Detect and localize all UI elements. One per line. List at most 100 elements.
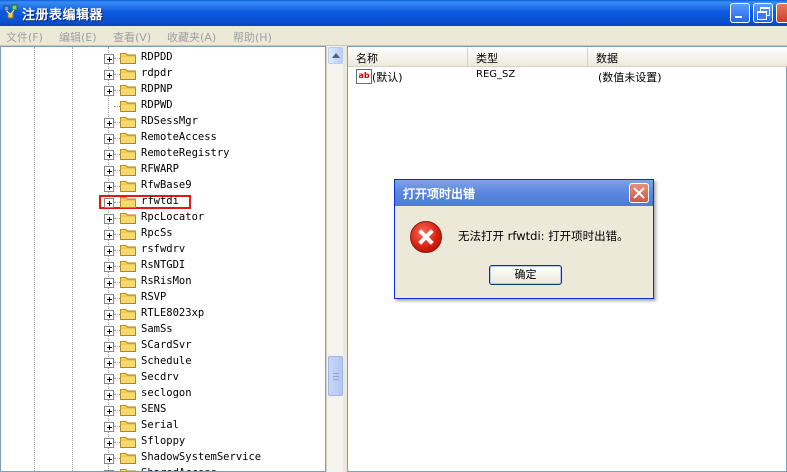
restore-icon-back: [757, 11, 767, 20]
folder-icon: [120, 373, 136, 384]
menu-file[interactable]: 文件(F): [6, 29, 43, 45]
restore-button[interactable]: [753, 3, 773, 23]
tree-item[interactable]: Sfloppy: [104, 434, 324, 450]
tree-item-label: rdpdr: [141, 67, 173, 79]
expand-plus-icon[interactable]: [104, 166, 114, 176]
expand-plus-icon[interactable]: [104, 198, 114, 208]
string-value-icon: ab: [356, 69, 372, 84]
tree-guide-line: [34, 47, 35, 471]
dialog-close-button[interactable]: [629, 183, 649, 203]
column-name[interactable]: 名称: [348, 47, 468, 66]
registry-tree[interactable]: RDPDD rdpdr RDPNP RDPWD RDSessMgr RemoteAcces…: [0, 46, 326, 472]
tree-item-label: seclogon: [141, 387, 192, 399]
minimize-icon: [735, 16, 742, 18]
tree-item[interactable]: RfwBase9: [104, 178, 324, 194]
expand-plus-icon[interactable]: [104, 422, 114, 432]
tree-item-label: SENS: [141, 403, 167, 415]
expand-plus-icon[interactable]: [104, 182, 114, 192]
expand-plus-icon[interactable]: [104, 118, 114, 128]
scroll-thumb[interactable]: [328, 356, 343, 396]
tree-item[interactable]: SamSs: [104, 322, 324, 338]
expand-plus-icon[interactable]: [104, 230, 114, 240]
folder-icon: [120, 357, 136, 368]
expand-plus-icon[interactable]: [104, 278, 114, 288]
tree-item[interactable]: Serial: [104, 418, 324, 434]
expand-plus-icon[interactable]: [104, 374, 114, 384]
expand-plus-icon[interactable]: [104, 262, 114, 272]
regedit-icon: [3, 4, 18, 19]
folder-icon: [120, 149, 136, 160]
tree-item[interactable]: RSVP: [104, 290, 324, 306]
tree-item-label: RDPDD: [141, 51, 173, 63]
folder-icon: [120, 133, 136, 144]
error-icon: [410, 221, 442, 253]
folder-icon: [120, 53, 136, 64]
menu-view[interactable]: 查看(V): [113, 29, 151, 45]
scroll-up-button[interactable]: [328, 47, 343, 64]
tree-item-label: RSVP: [141, 291, 167, 303]
folder-icon: [120, 117, 136, 128]
folder-icon: [120, 197, 136, 208]
folder-icon: [120, 69, 136, 80]
close-button[interactable]: [776, 3, 787, 23]
expand-plus-icon[interactable]: [104, 406, 114, 416]
expand-plus-icon[interactable]: [104, 134, 114, 144]
tree-item-label: RfwBase9: [141, 179, 192, 191]
tree-item[interactable]: RFWARP: [104, 162, 324, 178]
tree-item[interactable]: rsfwdrv: [104, 242, 324, 258]
tree-item[interactable]: RsRisMon: [104, 274, 324, 290]
tree-item[interactable]: rdpdr: [104, 66, 324, 82]
column-data[interactable]: 数据: [588, 47, 787, 66]
expand-plus-icon[interactable]: [104, 310, 114, 320]
value-type: REG_SZ: [476, 69, 516, 80]
tree-item[interactable]: RDPWD: [104, 98, 324, 114]
tree-item[interactable]: SCardSvr: [104, 338, 324, 354]
expand-plus-icon[interactable]: [104, 246, 114, 256]
tree-item[interactable]: Schedule: [104, 354, 324, 370]
tree-item[interactable]: rfwtdi: [104, 194, 324, 210]
tree-scrollbar[interactable]: [326, 46, 343, 472]
expand-plus-icon[interactable]: [104, 54, 114, 64]
tree-item-label: Schedule: [141, 355, 192, 367]
folder-icon: [120, 309, 136, 320]
menu-help[interactable]: 帮助(H): [233, 29, 272, 45]
folder-icon: [120, 213, 136, 224]
expand-plus-icon[interactable]: [104, 390, 114, 400]
tree-item[interactable]: RsNTGDI: [104, 258, 324, 274]
expand-plus-icon[interactable]: [104, 294, 114, 304]
ok-button[interactable]: 确定: [489, 265, 562, 285]
tree-item[interactable]: RDPDD: [104, 50, 324, 66]
expand-plus-icon[interactable]: [104, 214, 114, 224]
menu-favorites[interactable]: 收藏夹(A): [167, 29, 216, 45]
tree-item-label: Sfloppy: [141, 435, 186, 447]
list-item[interactable]: ab (默认) REG_SZ (数值未设置): [348, 68, 787, 84]
expand-plus-icon[interactable]: [104, 326, 114, 336]
tree-item[interactable]: RpcLocator: [104, 210, 324, 226]
folder-icon: [120, 389, 136, 400]
folder-icon: [120, 293, 136, 304]
expand-plus-icon[interactable]: [104, 150, 114, 160]
grip-line: [333, 376, 339, 377]
tree-item[interactable]: RpcSs: [104, 226, 324, 242]
expand-plus-icon[interactable]: [104, 86, 114, 96]
expand-plus-icon[interactable]: [104, 438, 114, 448]
expand-plus-icon[interactable]: [104, 342, 114, 352]
tree-item[interactable]: SENS: [104, 402, 324, 418]
expand-plus-icon[interactable]: [104, 358, 114, 368]
column-type[interactable]: 类型: [468, 47, 588, 66]
tree-item[interactable]: ShadowSystemService: [104, 450, 324, 466]
expand-plus-icon[interactable]: [104, 70, 114, 80]
minimize-button[interactable]: [730, 3, 750, 23]
tree-item[interactable]: RemoteAccess: [104, 130, 324, 146]
menu-edit[interactable]: 编辑(E): [59, 29, 97, 45]
tree-item-label: SCardSvr: [141, 339, 192, 351]
title-bar: 注册表编辑器: [0, 0, 787, 26]
tree-item[interactable]: SharedAccess: [104, 466, 324, 471]
tree-item[interactable]: Secdrv: [104, 370, 324, 386]
expand-plus-icon[interactable]: [104, 454, 114, 464]
tree-item[interactable]: RDPNP: [104, 82, 324, 98]
tree-item[interactable]: RemoteRegistry: [104, 146, 324, 162]
tree-item[interactable]: RDSessMgr: [104, 114, 324, 130]
tree-item[interactable]: RTLE8023xp: [104, 306, 324, 322]
tree-item[interactable]: seclogon: [104, 386, 324, 402]
